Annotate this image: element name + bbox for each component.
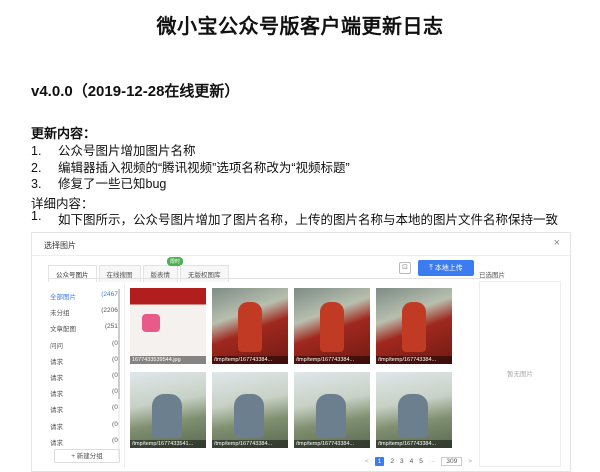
image-thumbnail[interactable]: 1677433539544.jpg — [130, 288, 206, 364]
image-caption: /tmp/temp/167743384... — [376, 356, 452, 364]
image-thumbnail[interactable]: /tmp/temp/167743384... — [376, 372, 452, 448]
image-caption: /tmp/temp/167743384... — [212, 440, 288, 448]
photo-subject — [152, 394, 182, 438]
image-caption: /tmp/temp/167743384... — [376, 440, 452, 448]
upload-label: 本地上传 — [434, 265, 463, 272]
list-number: 1. — [31, 209, 42, 223]
new-group-button[interactable]: + 新建分组 — [54, 449, 120, 463]
group-item[interactable]: 文章配图 (251) — [50, 323, 120, 339]
upload-icon: ⤒ — [429, 263, 433, 272]
list-text: 公众号图片增加图片名称 — [58, 144, 196, 158]
tab-free-library[interactable]: 无版权图库 — [180, 265, 229, 282]
photo-subject — [234, 394, 264, 438]
image-thumbnail[interactable]: /tmp/temp/167743384... — [294, 372, 370, 448]
group-name: 文章配图 — [50, 326, 76, 334]
tab-bar: 公众号图片 在线搜图 版表情 限时 无版权图库 — [48, 257, 231, 282]
group-item[interactable]: 全部图片 (2467) — [50, 291, 120, 307]
list-item: 1. 公众号图片增加图片名称 — [31, 143, 350, 160]
next-page-button[interactable]: > — [468, 458, 472, 465]
list-number: 3. — [31, 177, 42, 191]
photo-subject — [238, 302, 262, 352]
photo-subject — [320, 302, 344, 352]
tab-stickers[interactable]: 版表情 限时 — [142, 257, 183, 282]
page-button[interactable]: 3 — [400, 458, 404, 465]
empty-label: 暂无图片 — [507, 371, 533, 378]
list-item: 3. 修复了一些已知bug — [31, 176, 350, 193]
photo-subject — [316, 394, 346, 438]
group-name: 问问 — [50, 342, 63, 350]
page-button[interactable]: 4 — [410, 458, 414, 465]
photo-subject — [398, 394, 428, 438]
photo-subject — [402, 302, 426, 352]
pagination: < 1 2 3 4 5 ··· 309 > — [362, 457, 475, 466]
list-text: 修复了一些已知bug — [58, 177, 167, 191]
list-number: 2. — [31, 160, 42, 175]
image-caption: /tmp/temp/167743384... — [212, 356, 288, 364]
group-item[interactable]: 请求 (0) — [50, 372, 120, 388]
doc-title: 微小宝公众号版客户端更新日志 — [156, 16, 444, 38]
group-item[interactable]: 未分组 (2206) — [50, 307, 120, 323]
group-name: 请求 — [50, 407, 63, 415]
group-item[interactable]: 请求 (0) — [50, 404, 120, 420]
local-upload-button[interactable]: ⤒ 本地上传 — [418, 260, 474, 276]
group-name: 请求 — [50, 391, 63, 399]
divider — [48, 278, 501, 279]
image-caption: /tmp/temp/167743384... — [294, 356, 370, 364]
group-name: 请求 — [50, 358, 63, 366]
tab-online-search[interactable]: 在线搜图 — [98, 265, 141, 282]
group-name: 请求 — [50, 374, 63, 382]
divider — [124, 283, 125, 468]
image-caption: 1677433539544.jpg — [130, 356, 206, 364]
group-list: 全部图片 (2467) 未分组 (2206) 文章配图 (251) 问问 (0) 请求(… — [50, 291, 120, 453]
crop-icon[interactable]: ⊡ — [399, 262, 411, 274]
select-image-dialog: 选择图片 × 公众号图片 在线搜图 版表情 限时 无版权图库 ⊡ ⤒ 本地上传 已选… — [31, 232, 571, 472]
selected-images-label: 已选图片 — [479, 272, 505, 279]
page-button[interactable]: 5 — [419, 458, 423, 465]
image-thumbnail[interactable]: /tmp/temp/167743384... — [376, 288, 452, 364]
dialog-title: 选择图片 — [44, 241, 76, 250]
list-item: 2. 编辑器插入视频的“腾讯视频”选项名称改为“视频标题” — [31, 160, 350, 177]
list-item: 1. 如下图所示，公众号图片增加了图片名称，上传的图片名称与本地的图片文件名称保持… — [31, 209, 558, 228]
image-caption: /tmp/temp/167743384... — [294, 440, 370, 448]
page-button[interactable]: 2 — [390, 458, 394, 465]
updates-list: 1. 公众号图片增加图片名称 2. 编辑器插入视频的“腾讯视频”选项名称改为“视频标… — [31, 143, 350, 193]
image-thumbnail[interactable]: /tmp/temp/167743384... — [212, 372, 288, 448]
list-text: 如下图所示，公众号图片增加了图片名称，上传的图片名称与本地的图片文件名称保持一致 — [58, 213, 559, 227]
list-number: 1. — [31, 144, 42, 158]
group-name: 未分组 — [50, 310, 70, 318]
group-item[interactable]: 请求 (0) — [50, 388, 120, 404]
version-heading: v4.0.0（2019-12-28在线更新） — [31, 83, 240, 100]
photo-subject — [142, 314, 160, 332]
scrollbar-thumb[interactable] — [118, 289, 120, 399]
image-thumbnail[interactable]: /tmp/temp/1677433541... — [130, 372, 206, 448]
group-item[interactable]: 问问 (0) — [50, 340, 120, 356]
page-ellipsis: ··· — [428, 458, 436, 465]
prev-page-button[interactable]: < — [365, 458, 369, 465]
page-button-last[interactable]: 309 — [441, 457, 463, 466]
list-text: 编辑器插入视频的“腾讯视频”选项名称改为“视频标题” — [58, 160, 350, 175]
page-button-current[interactable]: 1 — [374, 457, 385, 466]
selected-images-panel: 暂无图片 — [479, 281, 561, 467]
image-thumbnail[interactable]: /tmp/temp/167743384... — [294, 288, 370, 364]
divider — [32, 255, 570, 256]
image-thumbnail[interactable]: /tmp/temp/167743384... — [212, 288, 288, 364]
group-item[interactable]: 请求 (0) — [50, 356, 120, 372]
group-name: 请求 — [50, 423, 63, 431]
image-caption: /tmp/temp/1677433541... — [130, 440, 206, 448]
group-name: 全部图片 — [50, 294, 76, 301]
group-item[interactable]: 请求 (0) — [50, 421, 120, 437]
tab-official-images[interactable]: 公众号图片 — [48, 265, 97, 282]
group-scrollbar[interactable] — [118, 289, 120, 459]
updates-heading: 更新内容： — [31, 126, 97, 141]
close-icon[interactable]: × — [554, 237, 560, 249]
